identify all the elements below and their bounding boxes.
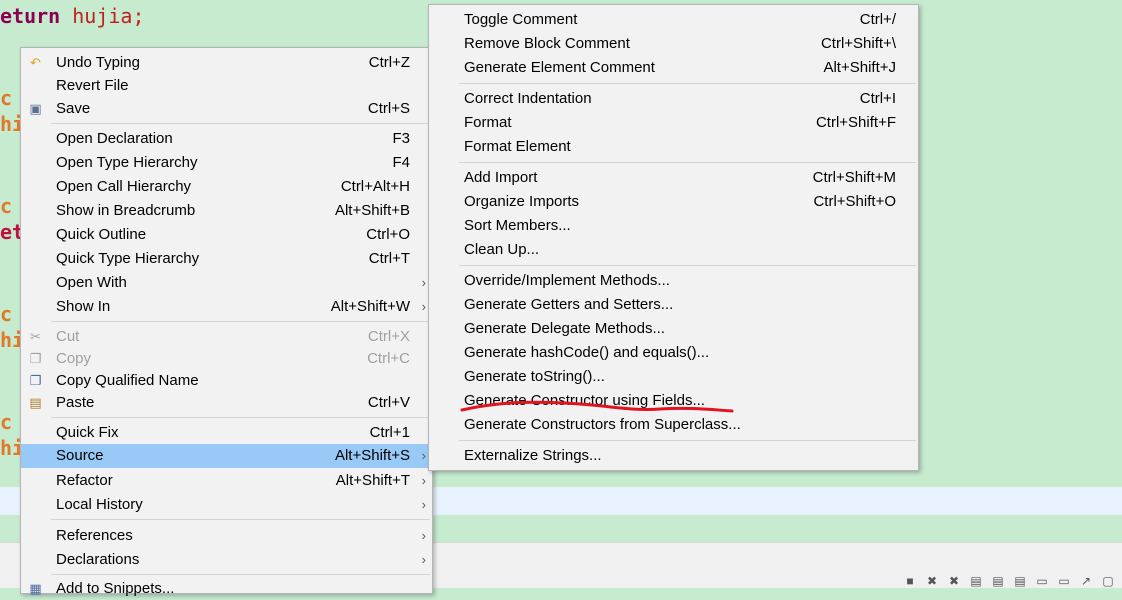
menu-item-copy[interactable]: ❐ Copy Ctrl+C	[21, 347, 432, 370]
menu-item-local-history[interactable]: Local History ›	[21, 493, 432, 516]
menu-item-sort-members[interactable]: Sort Members...	[429, 214, 918, 237]
menu-separator	[51, 574, 430, 575]
red-underline-annotation	[460, 400, 734, 413]
chevron-right-icon: ›	[421, 275, 426, 290]
variable-name: hujia	[72, 4, 133, 28]
menu-separator	[459, 440, 916, 441]
menu-item-save[interactable]: ▣ Save Ctrl+S	[21, 97, 432, 120]
menu-item-generate-hashcode-equals[interactable]: Generate hashCode() and equals()...	[429, 341, 918, 364]
menu-item-references[interactable]: References ›	[21, 524, 432, 547]
chevron-right-icon: ›	[421, 448, 426, 463]
code-line-return: eturn hujia;	[0, 4, 145, 28]
menu-item-undo-typing[interactable]: ↶ Undo Typing Ctrl+Z	[21, 51, 432, 74]
return-keyword: eturn	[0, 4, 61, 28]
menu-item-clean-up[interactable]: Clean Up...	[429, 238, 918, 261]
menu-item-show-in[interactable]: Show In Alt+Shift+W ›	[21, 295, 432, 318]
stop-icon[interactable]: ■	[902, 574, 918, 588]
code-fragment: c	[0, 410, 13, 434]
menu-item-show-in-breadcrumb[interactable]: Show in Breadcrumb Alt+Shift+B	[21, 199, 432, 222]
chevron-right-icon: ›	[421, 497, 426, 512]
menu-item-open-type-hierarchy[interactable]: Open Type Hierarchy F4	[21, 151, 432, 174]
menu-separator	[51, 321, 430, 322]
menu-separator	[51, 519, 430, 520]
code-fragment: c	[0, 194, 13, 218]
copy-icon: ❐	[29, 351, 42, 366]
menu-item-quick-fix[interactable]: Quick Fix Ctrl+1	[21, 421, 432, 444]
menu-item-source[interactable]: Source Alt+Shift+S ›	[21, 444, 432, 468]
copy-qualified-icon: ❐	[29, 373, 42, 388]
menu-item-generate-delegate-methods[interactable]: Generate Delegate Methods...	[429, 317, 918, 340]
window-icon[interactable]: ▢	[1100, 574, 1116, 588]
menu-item-cut[interactable]: ✂ Cut Ctrl+X	[21, 325, 432, 348]
menu-item-open-with[interactable]: Open With ›	[21, 271, 432, 294]
menu-item-override-implement-methods[interactable]: Override/Implement Methods...	[429, 269, 918, 292]
menu-item-paste[interactable]: ▤ Paste Ctrl+V	[21, 391, 432, 414]
semicolon: ;	[132, 4, 145, 28]
menu-separator	[51, 417, 430, 418]
menu-item-toggle-comment[interactable]: Toggle Comment Ctrl+/	[429, 8, 918, 31]
console-icon[interactable]: ▭	[1034, 574, 1050, 588]
menu-item-declarations[interactable]: Declarations ›	[21, 548, 432, 571]
chevron-right-icon: ›	[421, 528, 426, 543]
context-menu: ↶ Undo Typing Ctrl+Z Revert File ▣ Save …	[20, 47, 433, 597]
console-icon[interactable]: ▭	[1056, 574, 1072, 588]
menu-item-remove-block-comment[interactable]: Remove Block Comment Ctrl+Shift+\	[429, 32, 918, 55]
undo-icon: ↶	[30, 55, 41, 70]
chevron-right-icon: ›	[421, 473, 426, 488]
page-icon[interactable]: ▤	[968, 574, 984, 588]
paste-icon: ▤	[29, 395, 42, 410]
chevron-right-icon: ›	[421, 552, 426, 567]
menu-item-revert-file[interactable]: Revert File	[21, 74, 432, 97]
menu-item-format-element[interactable]: Format Element	[429, 135, 918, 158]
menu-item-copy-qualified-name[interactable]: ❐ Copy Qualified Name	[21, 369, 432, 392]
menu-separator	[459, 265, 916, 266]
menu-item-add-to-snippets[interactable]: ▦ Add to Snippets...	[21, 577, 432, 600]
menu-item-organize-imports[interactable]: Organize Imports Ctrl+Shift+O	[429, 190, 918, 213]
menu-item-generate-getters-setters[interactable]: Generate Getters and Setters...	[429, 293, 918, 316]
save-icon: ▣	[29, 101, 42, 116]
remove-all-icon[interactable]: ✖	[946, 574, 962, 588]
menu-item-quick-outline[interactable]: Quick Outline Ctrl+O	[21, 223, 432, 246]
snippets-icon: ▦	[29, 581, 42, 596]
menu-separator	[459, 162, 916, 163]
menu-separator	[51, 123, 430, 124]
menu-item-open-call-hierarchy[interactable]: Open Call Hierarchy Ctrl+Alt+H	[21, 175, 432, 198]
menu-item-externalize-strings[interactable]: Externalize Strings...	[429, 444, 918, 467]
cut-icon: ✂	[30, 329, 41, 344]
chevron-right-icon: ›	[421, 299, 426, 314]
page-icon[interactable]: ▤	[990, 574, 1006, 588]
menu-item-generate-element-comment[interactable]: Generate Element Comment Alt+Shift+J	[429, 56, 918, 79]
page-icon[interactable]: ▤	[1012, 574, 1028, 588]
menu-item-format[interactable]: Format Ctrl+Shift+F	[429, 111, 918, 134]
code-fragment: c	[0, 86, 13, 110]
remove-icon[interactable]: ✖	[924, 574, 940, 588]
menu-item-open-declaration[interactable]: Open Declaration F3	[21, 127, 432, 150]
pin-icon[interactable]: ↗	[1078, 574, 1094, 588]
menu-item-refactor[interactable]: Refactor Alt+Shift+T ›	[21, 469, 432, 492]
menu-separator	[459, 83, 916, 84]
code-fragment: c	[0, 302, 13, 326]
menu-item-add-import[interactable]: Add Import Ctrl+Shift+M	[429, 166, 918, 189]
menu-item-generate-tostring[interactable]: Generate toString()...	[429, 365, 918, 388]
menu-item-correct-indentation[interactable]: Correct Indentation Ctrl+I	[429, 87, 918, 110]
menu-item-quick-type-hierarchy[interactable]: Quick Type Hierarchy Ctrl+T	[21, 247, 432, 270]
